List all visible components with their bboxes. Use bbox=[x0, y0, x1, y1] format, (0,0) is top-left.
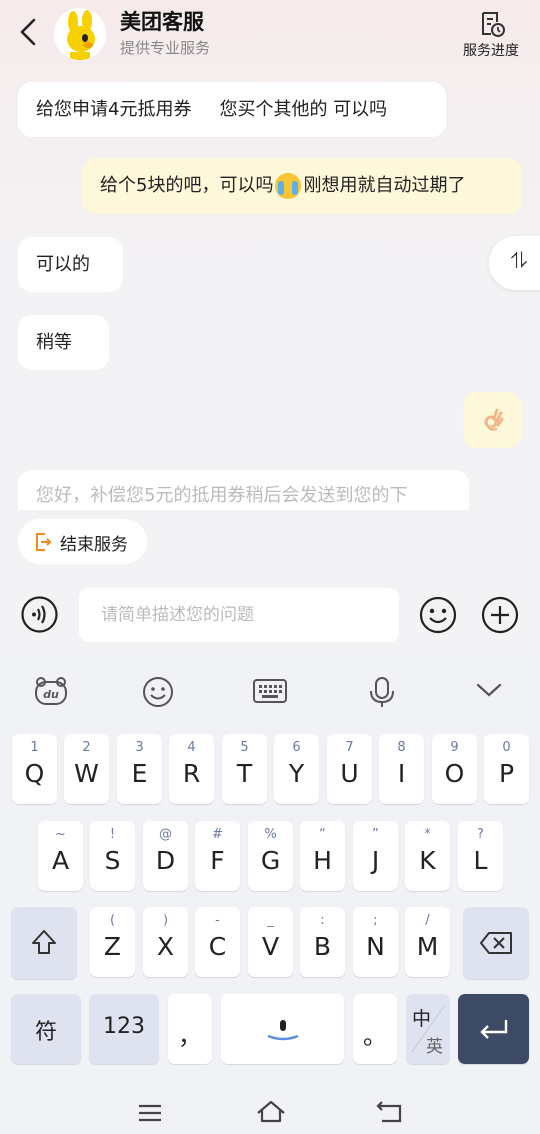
key-c[interactable]: -C bbox=[195, 907, 240, 977]
message-input[interactable] bbox=[79, 588, 399, 642]
emoji-icon[interactable] bbox=[142, 676, 174, 708]
voice-wave-icon bbox=[21, 596, 58, 633]
key-j[interactable]: ” J bbox=[353, 821, 398, 891]
key-w[interactable]: 2W bbox=[64, 734, 109, 804]
diagonal-divider-icon bbox=[411, 1005, 445, 1053]
end-service-button[interactable]: 结束服务 bbox=[18, 519, 147, 564]
message-bubble-agent[interactable]: 可以的 bbox=[18, 237, 123, 292]
chevron-down-icon[interactable] bbox=[476, 682, 502, 698]
message-bubble-user[interactable] bbox=[463, 392, 522, 448]
exit-icon bbox=[36, 533, 52, 551]
scroll-toggle-button[interactable]: ⥮ bbox=[489, 236, 540, 290]
backspace-icon bbox=[480, 932, 512, 954]
message-text: 给您申请4元抵用券 bbox=[36, 98, 192, 120]
end-service-label: 结束服务 bbox=[60, 535, 128, 555]
document-clock-icon bbox=[482, 12, 505, 37]
key-u[interactable]: 7U bbox=[327, 734, 372, 804]
menu-icon[interactable] bbox=[137, 1103, 163, 1123]
enter-arrow-icon bbox=[480, 1020, 508, 1039]
message-text: 刚想用就自动过期了 bbox=[303, 175, 466, 196]
more-options-button[interactable] bbox=[481, 596, 519, 638]
message-text: 可以的 bbox=[36, 253, 90, 275]
back-button[interactable] bbox=[14, 14, 44, 50]
page-subtitle: 提供专业服务 bbox=[120, 39, 211, 57]
message-bubble-agent[interactable]: 给您申请4元抵用券 您买个其他的 可以吗 bbox=[18, 82, 446, 137]
message-text: 稍等 bbox=[36, 331, 72, 353]
key-t[interactable]: 5T bbox=[222, 734, 267, 804]
input-bar bbox=[0, 572, 540, 656]
keyboard: du 1Q 2W 3E 4R 5T 6Y 7U 8I 9 O 0 P ~ A !… bbox=[0, 656, 540, 1134]
voice-input-button[interactable] bbox=[21, 596, 58, 637]
message-bubble-user[interactable]: 给个5块的吧，可以吗 刚想用就自动过期了 bbox=[82, 158, 522, 214]
service-progress-label: 服务进度 bbox=[463, 43, 519, 59]
key-s[interactable]: ! S bbox=[90, 821, 135, 891]
kangaroo-mascot-icon bbox=[54, 8, 106, 60]
key-z[interactable]: (Z bbox=[90, 907, 135, 977]
period-key[interactable]: 。 bbox=[353, 994, 397, 1064]
message-text: 您好，补偿您5元的抵用券稍后会发送到您的下 bbox=[36, 485, 408, 506]
key-i[interactable]: 8I bbox=[379, 734, 424, 804]
plus-icon bbox=[481, 596, 519, 634]
numbers-key[interactable]: 123 bbox=[89, 994, 159, 1064]
key-k[interactable]: * K bbox=[405, 821, 450, 891]
key-r[interactable]: 4R bbox=[169, 734, 214, 804]
message-text: 给个5块的吧，可以吗 bbox=[100, 175, 274, 196]
keyboard-icon[interactable] bbox=[252, 678, 288, 704]
swap-arrows-icon: ⥮ bbox=[511, 249, 527, 274]
backspace-key[interactable] bbox=[463, 907, 529, 979]
home-icon[interactable] bbox=[256, 1100, 286, 1124]
key-g[interactable]: % G bbox=[248, 821, 293, 891]
smiley-icon bbox=[419, 596, 457, 634]
space-key[interactable] bbox=[221, 994, 344, 1064]
key-a[interactable]: ~ A bbox=[38, 821, 83, 891]
key-h[interactable]: “H bbox=[300, 821, 345, 891]
shift-arrow-icon bbox=[32, 930, 56, 954]
avatar[interactable] bbox=[54, 8, 106, 60]
key-q[interactable]: 1Q bbox=[12, 734, 57, 804]
key-l[interactable]: ? L bbox=[458, 821, 503, 891]
message-bubble-agent[interactable]: 稍等 bbox=[18, 315, 109, 370]
header: 美团客服 提供专业服务 服务进度 bbox=[0, 0, 540, 70]
shift-key[interactable] bbox=[11, 907, 77, 979]
chevron-left-icon bbox=[20, 18, 36, 46]
du-logo-icon[interactable]: du bbox=[34, 676, 68, 706]
message-text: 您买个其他的 可以吗 bbox=[219, 98, 388, 120]
key-f[interactable]: # F bbox=[195, 821, 240, 891]
key-o[interactable]: 9O bbox=[432, 734, 477, 804]
key-x[interactable]: ) X bbox=[143, 907, 188, 977]
key-e[interactable]: 3E bbox=[117, 734, 162, 804]
symbols-key[interactable]: 符 bbox=[11, 994, 81, 1064]
ok-hand-icon bbox=[484, 408, 503, 431]
system-nav-bar bbox=[0, 1088, 540, 1134]
microphone-icon[interactable] bbox=[368, 676, 396, 708]
key-y[interactable]: 6Y bbox=[274, 734, 319, 804]
back-nav-icon[interactable] bbox=[376, 1100, 404, 1124]
keyboard-toolbar: du bbox=[0, 656, 540, 726]
enter-key[interactable] bbox=[458, 994, 529, 1064]
key-d[interactable]: @ D bbox=[143, 821, 188, 891]
language-switch-key[interactable]: 中 英 bbox=[406, 994, 450, 1064]
crying-face-icon bbox=[275, 173, 302, 199]
message-bubble-agent-partial[interactable]: 您好，补偿您5元的抵用券稍后会发送到您的下 bbox=[18, 470, 469, 510]
svg-text:du: du bbox=[43, 688, 59, 701]
key-n[interactable]: ; N bbox=[353, 907, 398, 977]
voice-space-icon bbox=[267, 1020, 299, 1041]
emoji-button[interactable] bbox=[419, 596, 457, 638]
comma-key[interactable]: ， bbox=[168, 994, 212, 1064]
key-m[interactable]: / M bbox=[405, 907, 450, 977]
service-progress-button[interactable]: 服务进度 bbox=[456, 8, 526, 64]
page-title: 美团客服 bbox=[120, 10, 204, 34]
key-p[interactable]: 0P bbox=[484, 734, 529, 804]
key-v[interactable]: _ V bbox=[248, 907, 293, 977]
key-b[interactable]: :B bbox=[300, 907, 345, 977]
